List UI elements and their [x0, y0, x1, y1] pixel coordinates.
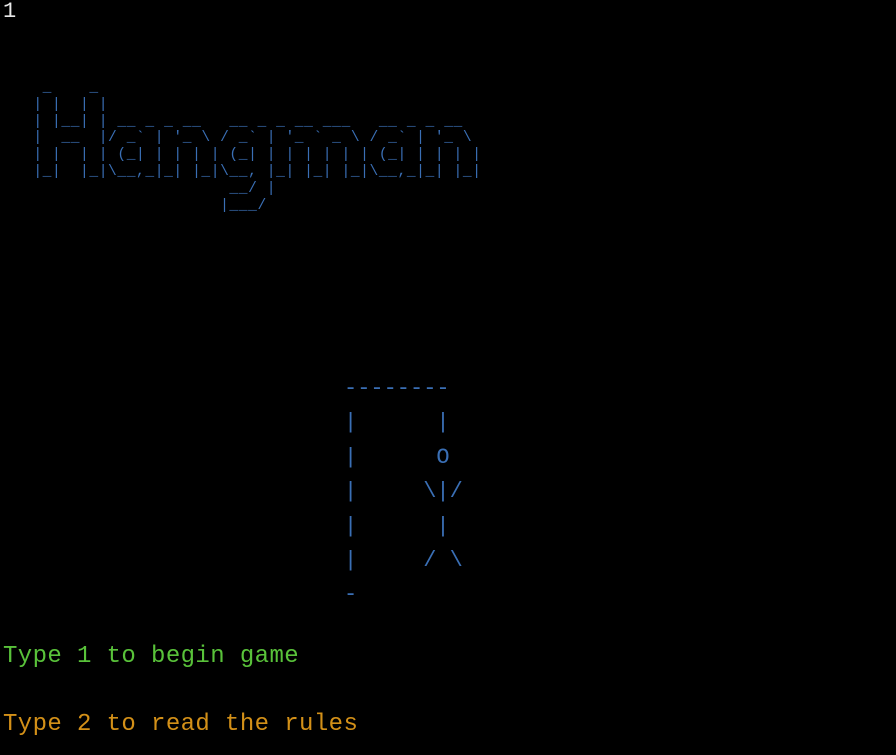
hangman-title-ascii-art: _ _ | | | | | |__| | __ _ _ __ __ _ _ __… — [33, 80, 482, 214]
input-echo: 1 — [3, 0, 17, 24]
terminal-window[interactable]: 1 _ _ | | | | | |__| | __ _ _ __ __ _ _ … — [0, 0, 896, 755]
menu-option-read-rules: Type 2 to read the rules — [3, 711, 359, 738]
gallows-ascii-art: -------- | | | O | \|/ | | | / \ - — [344, 376, 463, 608]
menu-option-begin-game: Type 1 to begin game — [3, 643, 300, 670]
